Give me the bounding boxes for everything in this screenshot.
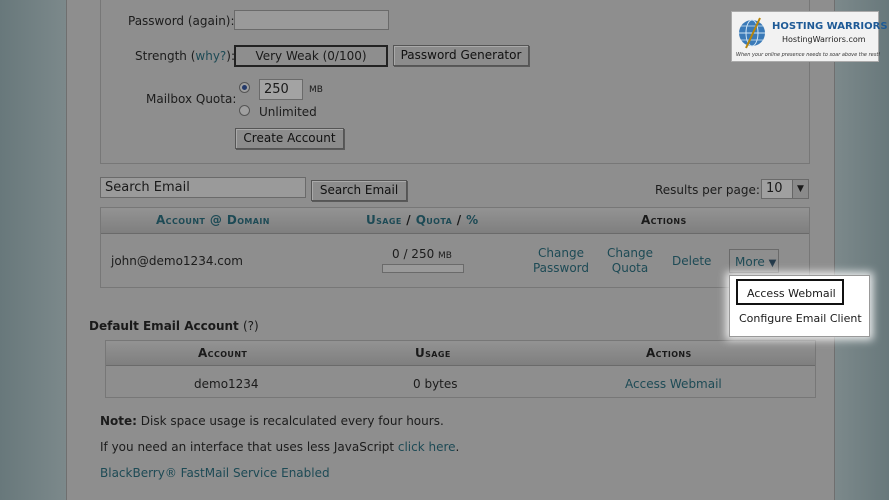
- header-quota[interactable]: Quota: [416, 213, 453, 227]
- accounts-table: Account @ Domain Usage / Quota / % Actio…: [100, 207, 810, 288]
- default-header-actions: Actions: [646, 346, 692, 360]
- blackberry-link[interactable]: BlackBerry® FastMail Service Enabled: [100, 466, 330, 480]
- caret-down-icon: ▼: [768, 258, 777, 269]
- table-row: john@demo1234.com 0 / 250 MB Change Passw…: [101, 235, 809, 287]
- search-email-input[interactable]: Search Email: [100, 177, 306, 198]
- right-background: [835, 0, 889, 500]
- default-account-table: Account Usage Actions demo1234 0 bytes A…: [105, 340, 816, 398]
- disk-usage-note: Note: Disk space usage is recalculated e…: [100, 414, 444, 428]
- logo-tagline: When your online presence needs to soar …: [736, 52, 881, 58]
- strength-meter: Very Weak (0/100): [234, 45, 388, 67]
- default-account-help-link[interactable]: (?): [243, 319, 259, 333]
- results-per-page-label: Results per page:: [655, 183, 760, 197]
- unlimited-label: Unlimited: [259, 105, 317, 119]
- quota-unit: MB: [309, 85, 323, 95]
- change-quota-link[interactable]: Change Quota: [601, 246, 659, 276]
- click-here-link[interactable]: click here: [398, 440, 456, 454]
- password-generator-button[interactable]: Password Generator: [393, 45, 529, 66]
- globe-icon: [739, 17, 765, 49]
- strength-label: Strength (why?):: [135, 49, 236, 63]
- search-email-button[interactable]: Search Email: [311, 180, 407, 201]
- logo-name: HOSTING WARRIORS: [772, 21, 888, 32]
- email-accounts-page: Password (again): Strength (why?): Very …: [66, 0, 835, 500]
- default-header-usage: Usage: [415, 346, 451, 360]
- header-account-domain[interactable]: Account @ Domain: [156, 213, 270, 227]
- default-table-header: Account Usage Actions: [106, 341, 815, 366]
- default-account-title: Default Email Account (?): [89, 319, 259, 333]
- default-access-webmail-link[interactable]: Access Webmail: [625, 377, 722, 391]
- header-actions: Actions: [641, 213, 687, 227]
- chevron-down-icon[interactable]: ▼: [792, 180, 808, 198]
- mailbox-quota-label: Mailbox Quota:: [146, 92, 237, 106]
- default-account-usage: 0 bytes: [413, 377, 458, 391]
- menu-item-access-webmail[interactable]: Access Webmail: [736, 279, 844, 305]
- menu-item-configure-email-client[interactable]: Configure Email Client: [736, 309, 866, 329]
- accounts-table-header: Account @ Domain Usage / Quota / % Actio…: [101, 208, 809, 234]
- password-again-input[interactable]: [234, 10, 389, 30]
- results-per-page-select[interactable]: 10 ▼: [761, 179, 809, 199]
- usage-progress-bar: [382, 264, 464, 273]
- account-usage: 0 / 250 MB: [392, 247, 452, 261]
- header-usage-quota: Usage / Quota / %: [366, 213, 479, 227]
- more-label: More: [735, 255, 765, 269]
- table-row: demo1234 0 bytes Access Webmail: [106, 367, 815, 397]
- delete-link[interactable]: Delete: [672, 254, 711, 268]
- account-email: john@demo1234.com: [111, 254, 243, 268]
- more-dropdown-menu: Access Webmail Configure Email Client: [729, 275, 870, 337]
- password-again-label: Password (again):: [128, 14, 235, 28]
- change-password-link[interactable]: Change Password: [531, 246, 591, 276]
- results-per-page-value: 10: [766, 181, 783, 196]
- quota-input[interactable]: 250: [259, 79, 303, 100]
- quota-unlimited-radio[interactable]: [239, 105, 250, 116]
- more-button[interactable]: More ▼: [729, 249, 779, 273]
- logo-domain: HostingWarriors.com: [782, 35, 866, 44]
- left-background: [0, 0, 66, 500]
- default-header-account: Account: [198, 346, 248, 360]
- less-javascript-note: If you need an interface that uses less …: [100, 440, 460, 454]
- create-account-button[interactable]: Create Account: [235, 128, 344, 149]
- hosting-warriors-logo: HOSTING WARRIORS HostingWarriors.com Whe…: [731, 11, 888, 62]
- strength-why-link[interactable]: why?: [195, 49, 226, 63]
- add-account-form: Password (again): Strength (why?): Very …: [100, 0, 810, 164]
- quota-limited-radio[interactable]: [239, 82, 250, 93]
- default-account-name: demo1234: [194, 377, 259, 391]
- header-usage[interactable]: Usage: [366, 213, 402, 227]
- header-percent[interactable]: %: [466, 213, 478, 227]
